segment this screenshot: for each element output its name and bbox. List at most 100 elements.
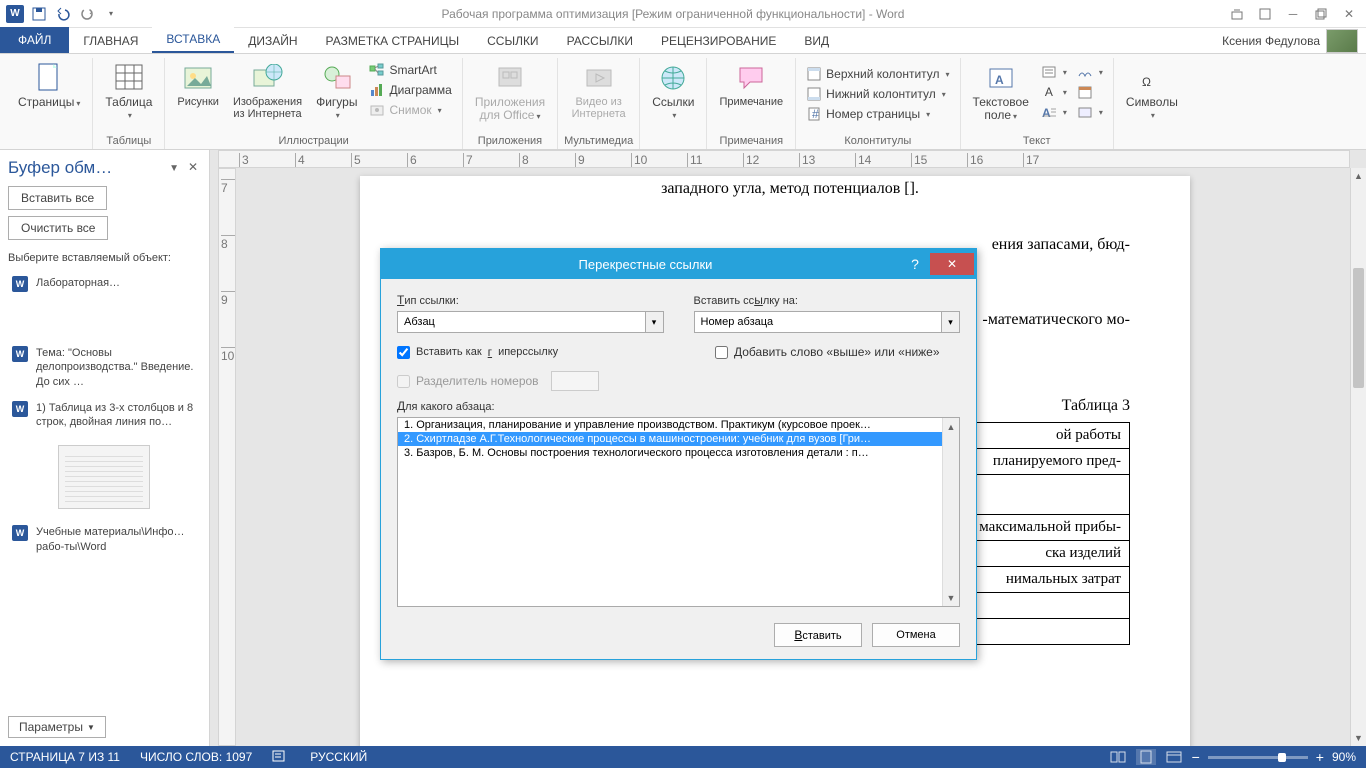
table-button[interactable]: Таблица▾	[99, 58, 158, 133]
avatar[interactable]	[1326, 29, 1358, 53]
status-language[interactable]: РУССКИЙ	[310, 750, 367, 764]
pagenum-icon: #	[806, 106, 822, 122]
links-button[interactable]: Ссылки▾	[646, 58, 700, 149]
online-pictures-button[interactable]: Изображения из Интернета	[227, 58, 308, 133]
list-item[interactable]: 1. Организация, планирование и управлени…	[398, 418, 959, 432]
object-button[interactable]: ▾	[1073, 102, 1107, 122]
zoom-slider[interactable]	[1208, 756, 1308, 759]
tab-references[interactable]: ССЫЛКИ	[473, 29, 552, 53]
clipboard-item[interactable]: WЛабораторная…	[8, 270, 201, 300]
redo-icon[interactable]	[76, 3, 98, 25]
dropcap-icon: A	[1041, 104, 1057, 120]
smartart-button[interactable]: SmartArt	[365, 60, 455, 80]
clipboard-item[interactable]: W1) Таблица из 3-х столбцов и 8 строк, д…	[8, 395, 201, 436]
quickparts-icon	[1041, 64, 1057, 80]
smartart-icon	[369, 62, 385, 78]
maximize-icon[interactable]	[1308, 4, 1334, 24]
group-media: Мультимедиа	[564, 133, 633, 149]
word-icon: W	[4, 3, 26, 25]
close-pane-icon[interactable]: ✕	[185, 160, 201, 176]
symbols-button[interactable]: Ω Символы▾	[1120, 58, 1184, 149]
clipboard-item[interactable]: WУчебные материалы\Инфо… рабо-ты\Word	[8, 519, 201, 560]
horizontal-ruler[interactable]: 34567891011121314151617	[218, 150, 1350, 168]
user-name[interactable]: Ксения Федулова	[1222, 34, 1320, 48]
group-illustrations: Иллюстрации	[278, 133, 348, 149]
tab-mailings[interactable]: РАССЫЛКИ	[553, 29, 647, 53]
paragraph-list[interactable]: 1. Организация, планирование и управлени…	[397, 417, 960, 607]
tab-design[interactable]: ДИЗАЙН	[234, 29, 311, 53]
tab-insert[interactable]: ВСТАВКА	[152, 27, 234, 53]
chart-button[interactable]: Диаграмма	[365, 80, 455, 100]
hyperlink-checkbox[interactable]: Вставить как гиперссылку	[397, 345, 558, 359]
dialog-close-button[interactable]: ✕	[930, 253, 974, 275]
clipboard-item[interactable]: WТема: "Основы делопроизводства." Введен…	[8, 340, 201, 395]
ribbon-options-icon[interactable]	[1224, 4, 1250, 24]
cross-reference-dialog: Перекрестные ссылки ? ✕ Тип ссылки: Абза…	[380, 248, 977, 660]
zoom-out-button[interactable]: −	[1192, 749, 1200, 765]
dialog-help-icon[interactable]: ?	[900, 256, 930, 272]
cancel-button[interactable]: Отмена	[872, 623, 960, 647]
tab-home[interactable]: ГЛАВНАЯ	[69, 29, 152, 53]
video-button[interactable]: Видео из Интернета	[566, 58, 632, 133]
list-item[interactable]: 3. Базров, Б. М. Основы построения техно…	[398, 446, 959, 460]
status-spellcheck-icon[interactable]	[272, 749, 290, 766]
tab-layout[interactable]: РАЗМЕТКА СТРАНИЦЫ	[312, 29, 474, 53]
comment-button[interactable]: Примечание	[713, 58, 789, 133]
chevron-down-icon[interactable]: ▼	[169, 163, 179, 174]
pictures-button[interactable]: Рисунки	[171, 58, 225, 133]
group-apps: Приложения	[478, 133, 542, 149]
clear-all-button[interactable]: Очистить все	[8, 216, 108, 240]
insert-reference-select[interactable]: Номер абзаца▾	[694, 311, 961, 333]
clipboard-item[interactable]	[8, 435, 201, 519]
zoom-in-button[interactable]: +	[1316, 749, 1324, 765]
wordart-button[interactable]: A▾	[1037, 82, 1071, 102]
tab-view[interactable]: ВИД	[790, 29, 843, 53]
apps-button[interactable]: Приложения для Office▾	[469, 58, 551, 133]
clipboard-pane: Буфер обм… ▼ ✕ Вставить все Очистить все…	[0, 150, 210, 746]
dropcap-button[interactable]: A▾	[1037, 102, 1071, 122]
web-layout-icon[interactable]	[1164, 749, 1184, 765]
read-mode-icon[interactable]	[1108, 749, 1128, 765]
paste-all-button[interactable]: Вставить все	[8, 186, 107, 210]
footer-button[interactable]: Нижний колонтитул▾	[802, 84, 953, 104]
save-icon[interactable]	[28, 3, 50, 25]
symbol-icon: Ω	[1136, 62, 1168, 94]
object-icon	[1077, 104, 1093, 120]
signature-button[interactable]: ▾	[1073, 62, 1107, 82]
vertical-scrollbar[interactable]: ▲ ▼	[1350, 168, 1366, 746]
close-icon[interactable]: ✕	[1336, 4, 1362, 24]
header-button[interactable]: Верхний колонтитул▾	[802, 64, 953, 84]
group-headerfooter: Колонтитулы	[844, 133, 911, 149]
footer-icon	[806, 86, 822, 102]
list-item[interactable]: 2. Схиртладзе А.Г.Технологические процес…	[398, 432, 959, 446]
undo-icon[interactable]	[52, 3, 74, 25]
insert-button[interactable]: Вставить	[774, 623, 862, 647]
qat-customize-icon[interactable]: ▾	[100, 3, 122, 25]
fullscreen-icon[interactable]	[1252, 4, 1278, 24]
window-title: Рабочая программа оптимизация [Режим огр…	[122, 7, 1224, 21]
list-scrollbar[interactable]: ▲▼	[942, 418, 959, 606]
reference-type-select[interactable]: Абзац▾	[397, 311, 664, 333]
shapes-button[interactable]: Фигуры▾	[310, 58, 363, 133]
online-pictures-icon	[252, 62, 284, 94]
pagenumber-button[interactable]: #Номер страницы▾	[802, 104, 953, 124]
status-page[interactable]: СТРАНИЦА 7 ИЗ 11	[10, 750, 120, 764]
vertical-ruler[interactable]: 78910	[218, 168, 236, 746]
clipboard-params-button[interactable]: Параметры▼	[8, 716, 106, 738]
picture-icon	[182, 62, 214, 94]
print-layout-icon[interactable]	[1136, 749, 1156, 765]
above-below-checkbox[interactable]: Добавить слово «выше» или «ниже»	[715, 345, 960, 359]
textbox-button[interactable]: A Текстовое поле▾	[967, 58, 1035, 133]
separator-checkbox: Разделитель номеров	[397, 371, 599, 391]
screenshot-button[interactable]: Снимок▾	[365, 100, 455, 120]
zoom-level[interactable]: 90%	[1332, 750, 1356, 764]
datetime-button[interactable]	[1073, 82, 1107, 102]
quickparts-button[interactable]: ▾	[1037, 62, 1071, 82]
minimize-icon[interactable]: ─	[1280, 4, 1306, 24]
separator-input	[551, 371, 599, 391]
group-tables: Таблицы	[106, 133, 151, 149]
tab-file[interactable]: ФАЙЛ	[0, 27, 69, 53]
status-words[interactable]: ЧИСЛО СЛОВ: 1097	[140, 750, 252, 764]
pages-button[interactable]: Страницы▾	[12, 58, 86, 149]
tab-review[interactable]: РЕЦЕНЗИРОВАНИЕ	[647, 29, 790, 53]
